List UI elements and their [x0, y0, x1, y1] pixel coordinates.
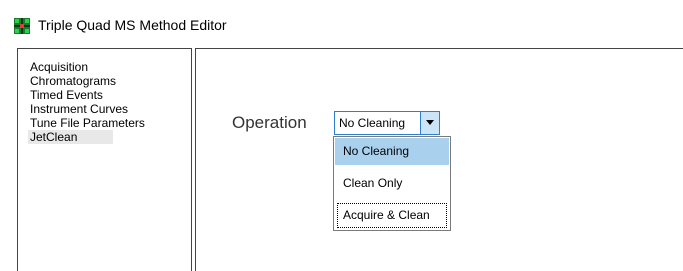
nav-item-acquisition[interactable]: Acquisition [28, 60, 147, 74]
app-icon [14, 18, 30, 34]
nav-item-jetclean[interactable]: JetClean [28, 130, 113, 144]
nav-item-tune-file-parameters[interactable]: Tune File Parameters [28, 116, 147, 130]
operation-label: Operation [232, 113, 307, 132]
chevron-down-icon [426, 120, 434, 125]
window-title: Triple Quad MS Method Editor [38, 17, 227, 33]
option-clean-only[interactable]: Clean Only [335, 170, 449, 197]
operation-selected-value: No Cleaning [339, 116, 406, 130]
nav-list: Acquisition Chromatograms Timed Events I… [28, 60, 147, 144]
operation-combobox[interactable]: No Cleaning [334, 111, 440, 135]
nav-item-instrument-curves[interactable]: Instrument Curves [28, 102, 147, 116]
method-editor-window: Triple Quad MS Method Editor Acquisition… [0, 0, 683, 271]
dropdown-button[interactable] [420, 112, 439, 134]
nav-item-chromatograms[interactable]: Chromatograms [28, 74, 147, 88]
option-acquire-and-clean[interactable]: Acquire & Clean [336, 202, 448, 229]
nav-item-timed-events[interactable]: Timed Events [28, 88, 147, 102]
option-no-cleaning[interactable]: No Cleaning [335, 138, 449, 165]
operation-dropdown-list: No Cleaning Clean Only Acquire & Clean [333, 136, 451, 231]
nav-panel: Acquisition Chromatograms Timed Events I… [17, 48, 192, 271]
title-bar: Triple Quad MS Method Editor [0, 0, 683, 44]
